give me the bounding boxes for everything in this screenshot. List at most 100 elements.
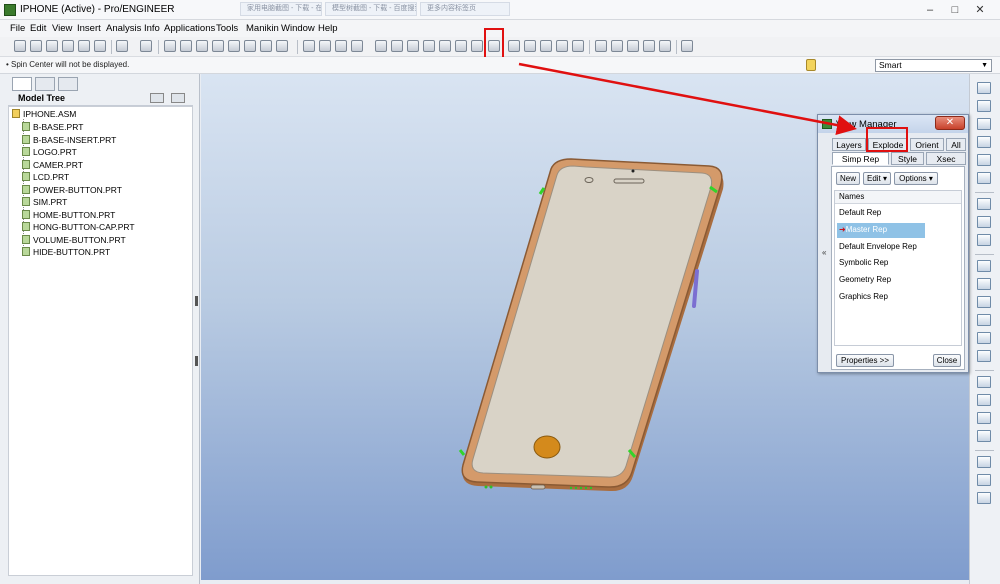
analysis-tool-icon[interactable] [977, 198, 991, 210]
redo-icon[interactable] [140, 40, 152, 52]
refit-icon[interactable] [423, 40, 435, 52]
tree-item[interactable]: HONG-BUTTON-CAP.PRT [22, 222, 135, 234]
coordinate-systems-icon[interactable] [643, 40, 655, 52]
datum-points-icon[interactable] [627, 40, 639, 52]
paste-special-icon[interactable] [212, 40, 224, 52]
shell-tool-icon[interactable] [977, 278, 991, 290]
tab-style[interactable]: Style [891, 152, 924, 165]
round-tool-icon[interactable] [977, 332, 991, 344]
new-file-icon[interactable] [14, 40, 26, 52]
tab-folder-browser[interactable] [35, 77, 55, 91]
close-window-button[interactable]: ✕ [970, 2, 990, 18]
tree-item[interactable]: SIM.PRT [22, 197, 67, 209]
datum-planes-icon[interactable] [595, 40, 607, 52]
tab-model-tree[interactable] [12, 77, 32, 91]
tree-item[interactable]: HOME-BUTTON.PRT [22, 209, 115, 222]
csys-tool-icon[interactable] [977, 172, 991, 184]
tab-layers[interactable]: Layers [832, 138, 866, 151]
save-icon[interactable] [46, 40, 58, 52]
dialog-close-icon[interactable]: ✕ [935, 116, 965, 130]
datum-plane-tool-icon[interactable] [977, 82, 991, 94]
collapse-arrow-icon[interactable]: « [822, 248, 826, 257]
no-hidden-icon[interactable] [540, 40, 552, 52]
assemble-tool-icon[interactable] [977, 216, 991, 228]
email-link-icon[interactable] [94, 40, 106, 52]
trim-tool-icon[interactable] [977, 492, 991, 504]
paste-icon[interactable] [196, 40, 208, 52]
find-icon[interactable] [244, 40, 256, 52]
tree-root[interactable]: IPHONE.ASM [12, 109, 76, 121]
menu-edit[interactable]: Edit [30, 23, 46, 34]
print-icon[interactable] [62, 40, 74, 52]
menu-applications[interactable]: Applications [164, 23, 215, 34]
display-style-icon[interactable] [351, 40, 363, 52]
tab-all[interactable]: All [946, 138, 966, 151]
tree-item[interactable]: HIDE-BUTTON.PRT [22, 247, 110, 259]
email-icon[interactable] [78, 40, 90, 52]
datum-curve-tool-icon[interactable] [977, 118, 991, 130]
repaint-icon[interactable] [303, 40, 315, 52]
filter-icon[interactable] [806, 59, 816, 71]
tree-item[interactable]: CAMER.PRT [22, 159, 83, 172]
blend-tool-icon[interactable] [977, 430, 991, 442]
options-button[interactable]: Options ▾ [894, 172, 938, 185]
pan-icon[interactable] [375, 40, 387, 52]
menu-window[interactable]: Window [281, 23, 315, 34]
revolve-tool-icon[interactable] [977, 394, 991, 406]
annotations-icon[interactable] [659, 40, 671, 52]
list-item-default-rep[interactable]: Default Rep [837, 206, 881, 221]
new-button[interactable]: New [836, 172, 860, 185]
tree-item[interactable]: POWER-BUTTON.PRT [22, 184, 122, 197]
tree-settings-icon[interactable] [150, 93, 164, 103]
merge-tool-icon[interactable] [977, 474, 991, 486]
extrude-tool-icon[interactable] [977, 376, 991, 388]
list-item-geometry-rep[interactable]: Geometry Rep [837, 273, 891, 288]
datum-point-tool-icon[interactable] [977, 154, 991, 166]
edit-button[interactable]: Edit ▾ [863, 172, 891, 185]
orient-mode-icon[interactable] [335, 40, 347, 52]
tree-show-icon[interactable] [171, 93, 185, 103]
open-file-icon[interactable] [30, 40, 42, 52]
menu-insert[interactable]: Insert [77, 23, 101, 34]
cut-icon[interactable] [164, 40, 176, 52]
tab-simp-rep[interactable]: Simp Rep [832, 152, 889, 165]
menu-view[interactable]: View [52, 23, 72, 34]
list-item-master-rep[interactable]: ➜Master Rep [837, 223, 925, 238]
list-item-graphics-rep[interactable]: Graphics Rep [837, 290, 888, 305]
menu-info[interactable]: Info [144, 23, 160, 34]
select-box-icon[interactable] [276, 40, 288, 52]
layers-icon[interactable] [471, 40, 483, 52]
draft-tool-icon[interactable] [977, 314, 991, 326]
background-tab-2[interactable]: 模型树截图 - 下载 - 百度搜索 [325, 2, 417, 16]
tree-item[interactable]: LCD.PRT [22, 172, 69, 184]
shading-icon[interactable] [556, 40, 568, 52]
datum-axes-icon[interactable] [611, 40, 623, 52]
create-component-icon[interactable] [977, 234, 991, 246]
background-tab-1[interactable]: 家用电脑截图 - 下载 - 在线 - 百度搜索 [240, 2, 322, 16]
list-item-symbolic-rep[interactable]: Symbolic Rep [837, 256, 888, 271]
close-button[interactable]: Close [933, 354, 961, 367]
menu-help[interactable]: Help [318, 23, 338, 34]
maximize-button[interactable]: □ [945, 2, 965, 18]
background-tab-3[interactable]: 更多内容标签页 [420, 2, 510, 16]
menu-analysis[interactable]: Analysis [106, 23, 141, 34]
regenerate-icon[interactable] [228, 40, 240, 52]
zoom-in-icon[interactable] [391, 40, 403, 52]
tab-favorites[interactable] [58, 77, 78, 91]
panel-splitter-handle[interactable] [195, 356, 198, 366]
chamfer-tool-icon[interactable] [977, 350, 991, 362]
reorient-icon[interactable] [439, 40, 451, 52]
menu-tools[interactable]: Tools [216, 23, 238, 34]
datum-axis-tool-icon[interactable] [977, 100, 991, 112]
undo-icon[interactable] [116, 40, 128, 52]
spin-center-icon[interactable] [319, 40, 331, 52]
context-help-icon[interactable] [681, 40, 693, 52]
copy-icon[interactable] [180, 40, 192, 52]
menu-file[interactable]: File [10, 23, 25, 34]
enhanced-realism-icon[interactable] [572, 40, 584, 52]
saved-views-icon[interactable] [455, 40, 467, 52]
panel-splitter-handle[interactable] [195, 296, 198, 306]
properties-button[interactable]: Properties >> [836, 354, 894, 367]
sketch-tool-icon[interactable] [977, 136, 991, 148]
list-item-default-envelope-rep[interactable]: Default Envelope Rep [837, 240, 917, 255]
